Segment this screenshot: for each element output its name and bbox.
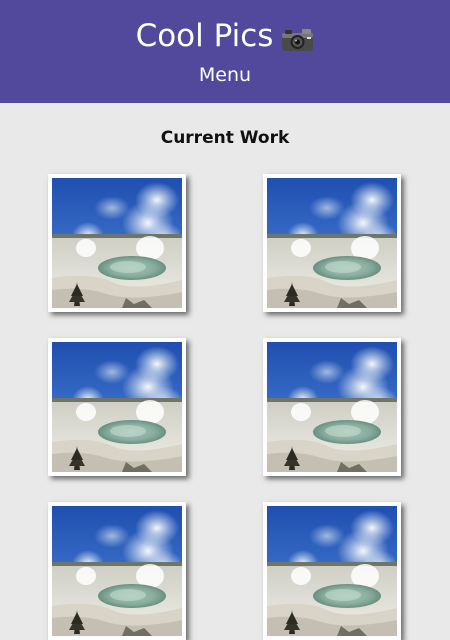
geyser-basin-photo bbox=[52, 178, 182, 308]
geyser-basin-photo bbox=[267, 342, 397, 472]
gallery-photo[interactable] bbox=[263, 174, 401, 312]
geyser-basin-photo bbox=[267, 506, 397, 636]
geyser-basin-photo bbox=[267, 178, 397, 308]
geyser-basin-photo bbox=[52, 506, 182, 636]
gallery-photo[interactable] bbox=[48, 174, 186, 312]
geyser-basin-photo bbox=[52, 342, 182, 472]
photo-gallery bbox=[0, 0, 450, 640]
gallery-photo[interactable] bbox=[263, 502, 401, 640]
gallery-photo[interactable] bbox=[48, 502, 186, 640]
gallery-photo[interactable] bbox=[48, 338, 186, 476]
gallery-photo[interactable] bbox=[263, 338, 401, 476]
